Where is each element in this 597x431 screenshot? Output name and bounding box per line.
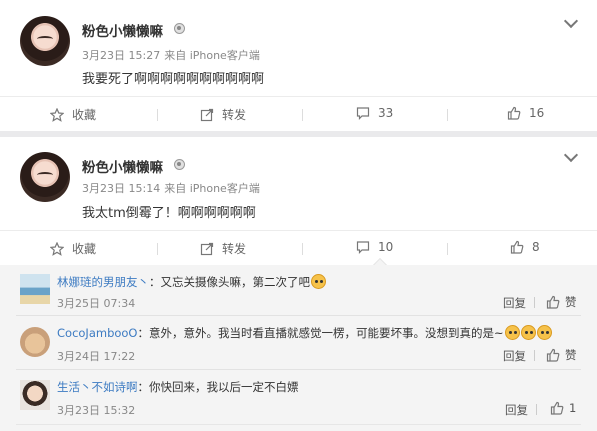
comment-like-label: 赞 [565, 295, 577, 309]
weibo-post-2: 粉色小懒懒嘛 3月23日 15:14 来自 iPhone客户端 我太tm倒霉了！啊… [0, 137, 597, 273]
favorite-button[interactable]: 收藏 [49, 240, 97, 257]
comment-like-count: 1 [569, 401, 577, 415]
chevron-down-icon[interactable] [563, 147, 579, 163]
action-separator [536, 404, 537, 415]
vip-badge-icon [174, 23, 185, 34]
repost-button[interactable]: 转发 [200, 240, 246, 257]
weibo-post-1: 粉色小懒懒嘛 3月23日 15:27 来自 iPhone客户端 我要死了啊啊啊啊啊… [0, 0, 597, 131]
emoji-icon [311, 274, 326, 289]
comment-content: 生活丶不如诗啊：你快回来，我以后一定不白嫖 [57, 379, 299, 395]
comment-time: 3月24日 17:22 [57, 350, 136, 363]
like-count: 16 [529, 106, 545, 120]
thumbs-up-icon [507, 106, 521, 120]
like-button[interactable]: 8 [510, 240, 540, 254]
action-separator [302, 109, 303, 121]
comment-button[interactable]: 10 [356, 240, 393, 254]
comment-icon [356, 106, 370, 120]
post-source: 来自 iPhone客户端 [164, 49, 260, 62]
post-meta: 3月23日 15:27 来自 iPhone客户端 [82, 47, 264, 63]
post-meta: 3月23日 15:14 来自 iPhone客户端 [82, 180, 264, 196]
comment-like-label: 赞 [565, 348, 577, 362]
comment-like-button[interactable]: 1 [550, 401, 576, 415]
emoji-icon [504, 325, 520, 340]
comment-author[interactable]: 林娜琏的男朋友丶 [57, 275, 149, 289]
reply-button[interactable]: 回复 [503, 348, 526, 364]
action-separator [447, 243, 448, 255]
divider [16, 424, 581, 425]
action-separator [534, 297, 535, 308]
like-count: 8 [532, 240, 540, 254]
post-date: 3月23日 15:14 [82, 182, 161, 195]
comment-count: 10 [378, 240, 394, 254]
avatar[interactable] [20, 274, 50, 304]
star-icon [49, 241, 65, 256]
share-icon [200, 108, 214, 122]
divider [0, 230, 597, 231]
post-username[interactable]: 粉色小懒懒嘛 [82, 20, 163, 40]
comment-icon [356, 240, 370, 254]
comment-text: ：又忘关摄像头嘛，第二次了吧 [149, 275, 310, 289]
comment-time: 3月23日 15:32 [57, 404, 136, 417]
comment-text: ：意外，意外。我当时看直播就感觉一楞，可能要坏事。没想到真的是~ [137, 326, 504, 340]
favorite-button[interactable]: 收藏 [49, 106, 97, 123]
avatar[interactable] [20, 327, 50, 357]
thumbs-up-icon [550, 401, 564, 415]
comment-author[interactable]: 生活丶不如诗啊 [57, 380, 138, 394]
avatar[interactable] [20, 16, 70, 66]
comment-content: CocoJambooO：意外，意外。我当时看直播就感觉一楞，可能要坏事。没想到真… [57, 325, 552, 341]
divider [16, 315, 581, 316]
post-text: 我太tm倒霉了！啊啊啊啊啊啊 [82, 206, 256, 221]
post-source: 来自 iPhone客户端 [164, 182, 260, 195]
action-separator [447, 109, 448, 121]
thumbs-up-icon [546, 295, 560, 309]
comment-count: 33 [378, 106, 394, 120]
share-icon [200, 242, 214, 256]
thumbs-up-icon [546, 348, 560, 362]
action-separator [534, 350, 535, 361]
repost-button[interactable]: 转发 [200, 106, 246, 123]
comment-like-button[interactable]: 赞 [546, 347, 577, 363]
comment-list: 林娜琏的男朋友丶：又忘关摄像头嘛，第二次了吧 3月25日 07:34 回复 赞 … [0, 265, 597, 431]
post-username[interactable]: 粉色小懒懒嘛 [82, 156, 163, 176]
repost-label: 转发 [222, 108, 247, 122]
comment-author[interactable]: CocoJambooO [57, 326, 138, 340]
post-text: 我要死了啊啊啊啊啊啊啊啊啊啊 [82, 72, 265, 87]
favorite-label: 收藏 [72, 242, 97, 256]
vip-badge-icon [174, 159, 185, 170]
favorite-label: 收藏 [72, 108, 97, 122]
reply-button[interactable]: 回复 [505, 402, 528, 418]
emoji-icon [536, 325, 552, 340]
comment-button[interactable]: 33 [356, 106, 393, 120]
comment-text: ：你快回来，我以后一定不白嫖 [137, 380, 299, 394]
avatar[interactable] [20, 380, 50, 410]
action-separator [302, 243, 303, 255]
star-icon [49, 107, 65, 122]
thumbs-up-icon [510, 240, 524, 254]
reply-button[interactable]: 回复 [503, 295, 526, 311]
post-date: 3月23日 15:27 [82, 49, 161, 62]
emoji-icon [520, 325, 536, 340]
comment-content: 林娜琏的男朋友丶：又忘关摄像头嘛，第二次了吧 [57, 274, 326, 290]
divider [0, 96, 597, 97]
like-button[interactable]: 16 [507, 106, 544, 120]
comment-time: 3月25日 07:34 [57, 297, 136, 310]
repost-label: 转发 [222, 242, 247, 256]
divider [16, 369, 581, 370]
comment-like-button[interactable]: 赞 [546, 294, 577, 310]
chevron-down-icon[interactable] [563, 13, 579, 29]
action-separator [157, 109, 158, 121]
action-separator [157, 243, 158, 255]
avatar[interactable] [20, 152, 70, 202]
